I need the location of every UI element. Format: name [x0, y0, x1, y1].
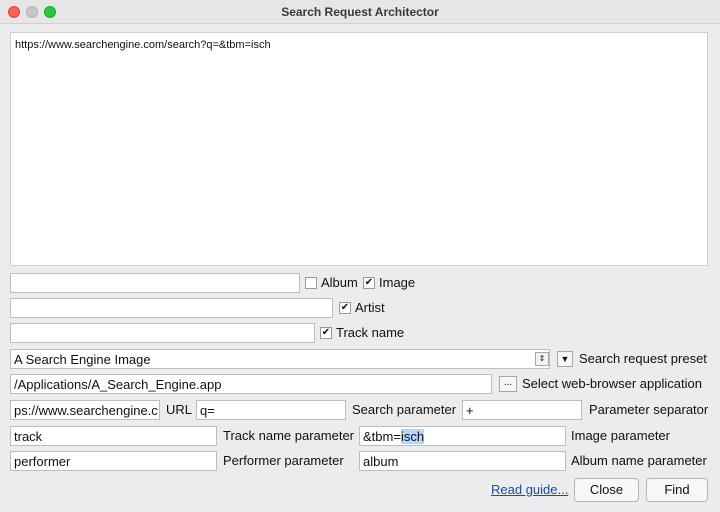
image-checkbox-label: Image — [379, 275, 416, 290]
album-checkbox-label: Album — [321, 275, 358, 290]
performer-parameter-input[interactable]: performer — [10, 451, 217, 471]
app-window: Search Request Architector https://www.s… — [0, 0, 720, 512]
search-preset-label: Search request preset — [579, 351, 707, 366]
window-title: Search Request Architector — [281, 5, 439, 19]
search-preset-select[interactable]: A Search Engine Image — [10, 349, 550, 369]
browse-button[interactable]: ... — [499, 376, 517, 392]
image-parameter-input[interactable]: &tbm=isch — [359, 426, 566, 446]
artist-checkbox[interactable]: ✔ — [339, 302, 351, 314]
track-name-checkbox-label: Track name — [336, 325, 405, 340]
image-parameter-selection: isch — [400, 429, 425, 444]
performer-parameter-label: Performer parameter — [223, 453, 344, 468]
output-url-textarea[interactable]: https://www.searchengine.com/search?q=&t… — [10, 32, 708, 266]
title-bar: Search Request Architector — [0, 0, 720, 24]
track-name-parameter-input[interactable]: track — [10, 426, 217, 446]
album-checkbox[interactable] — [305, 277, 317, 289]
parameter-separator-input[interactable]: + — [462, 400, 582, 420]
read-guide-link[interactable]: Read guide... — [491, 480, 568, 500]
image-checkbox[interactable]: ✔ — [363, 277, 375, 289]
image-parameter-text: &tbm= — [363, 429, 401, 444]
search-preset-value: A Search Engine Image — [14, 352, 151, 367]
find-button[interactable]: Find — [646, 478, 708, 502]
checkmark-icon: ✔ — [364, 277, 374, 288]
track-name-checkbox[interactable]: ✔ — [320, 327, 332, 339]
select-arrows-icon[interactable]: ⇕ — [535, 352, 549, 366]
artist-search-input[interactable] — [10, 298, 333, 318]
album-name-parameter-label: Album name parameter — [571, 453, 707, 468]
url-input[interactable]: ps://www.searchengine.c — [10, 400, 160, 420]
checkmark-icon: ✔ — [321, 327, 331, 338]
preset-dropdown-button[interactable]: ▼ — [557, 351, 573, 367]
album-name-parameter-input[interactable]: album — [359, 451, 566, 471]
parameter-separator-label: Parameter separator — [589, 402, 709, 417]
artist-checkbox-label: Artist — [355, 300, 385, 315]
search-parameter-input[interactable]: q= — [196, 400, 346, 420]
track-search-input[interactable] — [10, 323, 315, 343]
browser-label: Select web-browser application — [522, 376, 702, 391]
image-parameter-label: Image parameter — [571, 428, 670, 443]
album-search-input[interactable] — [10, 273, 300, 293]
close-button[interactable]: Close — [574, 478, 639, 502]
search-parameter-label: Search parameter — [352, 402, 457, 417]
checkmark-icon: ✔ — [340, 302, 350, 313]
chevron-down-icon: ▼ — [560, 354, 570, 364]
browser-path-input[interactable]: /Applications/A_Search_Engine.app — [10, 374, 492, 394]
track-name-parameter-label: Track name parameter — [223, 428, 355, 443]
url-label: URL — [166, 402, 193, 417]
